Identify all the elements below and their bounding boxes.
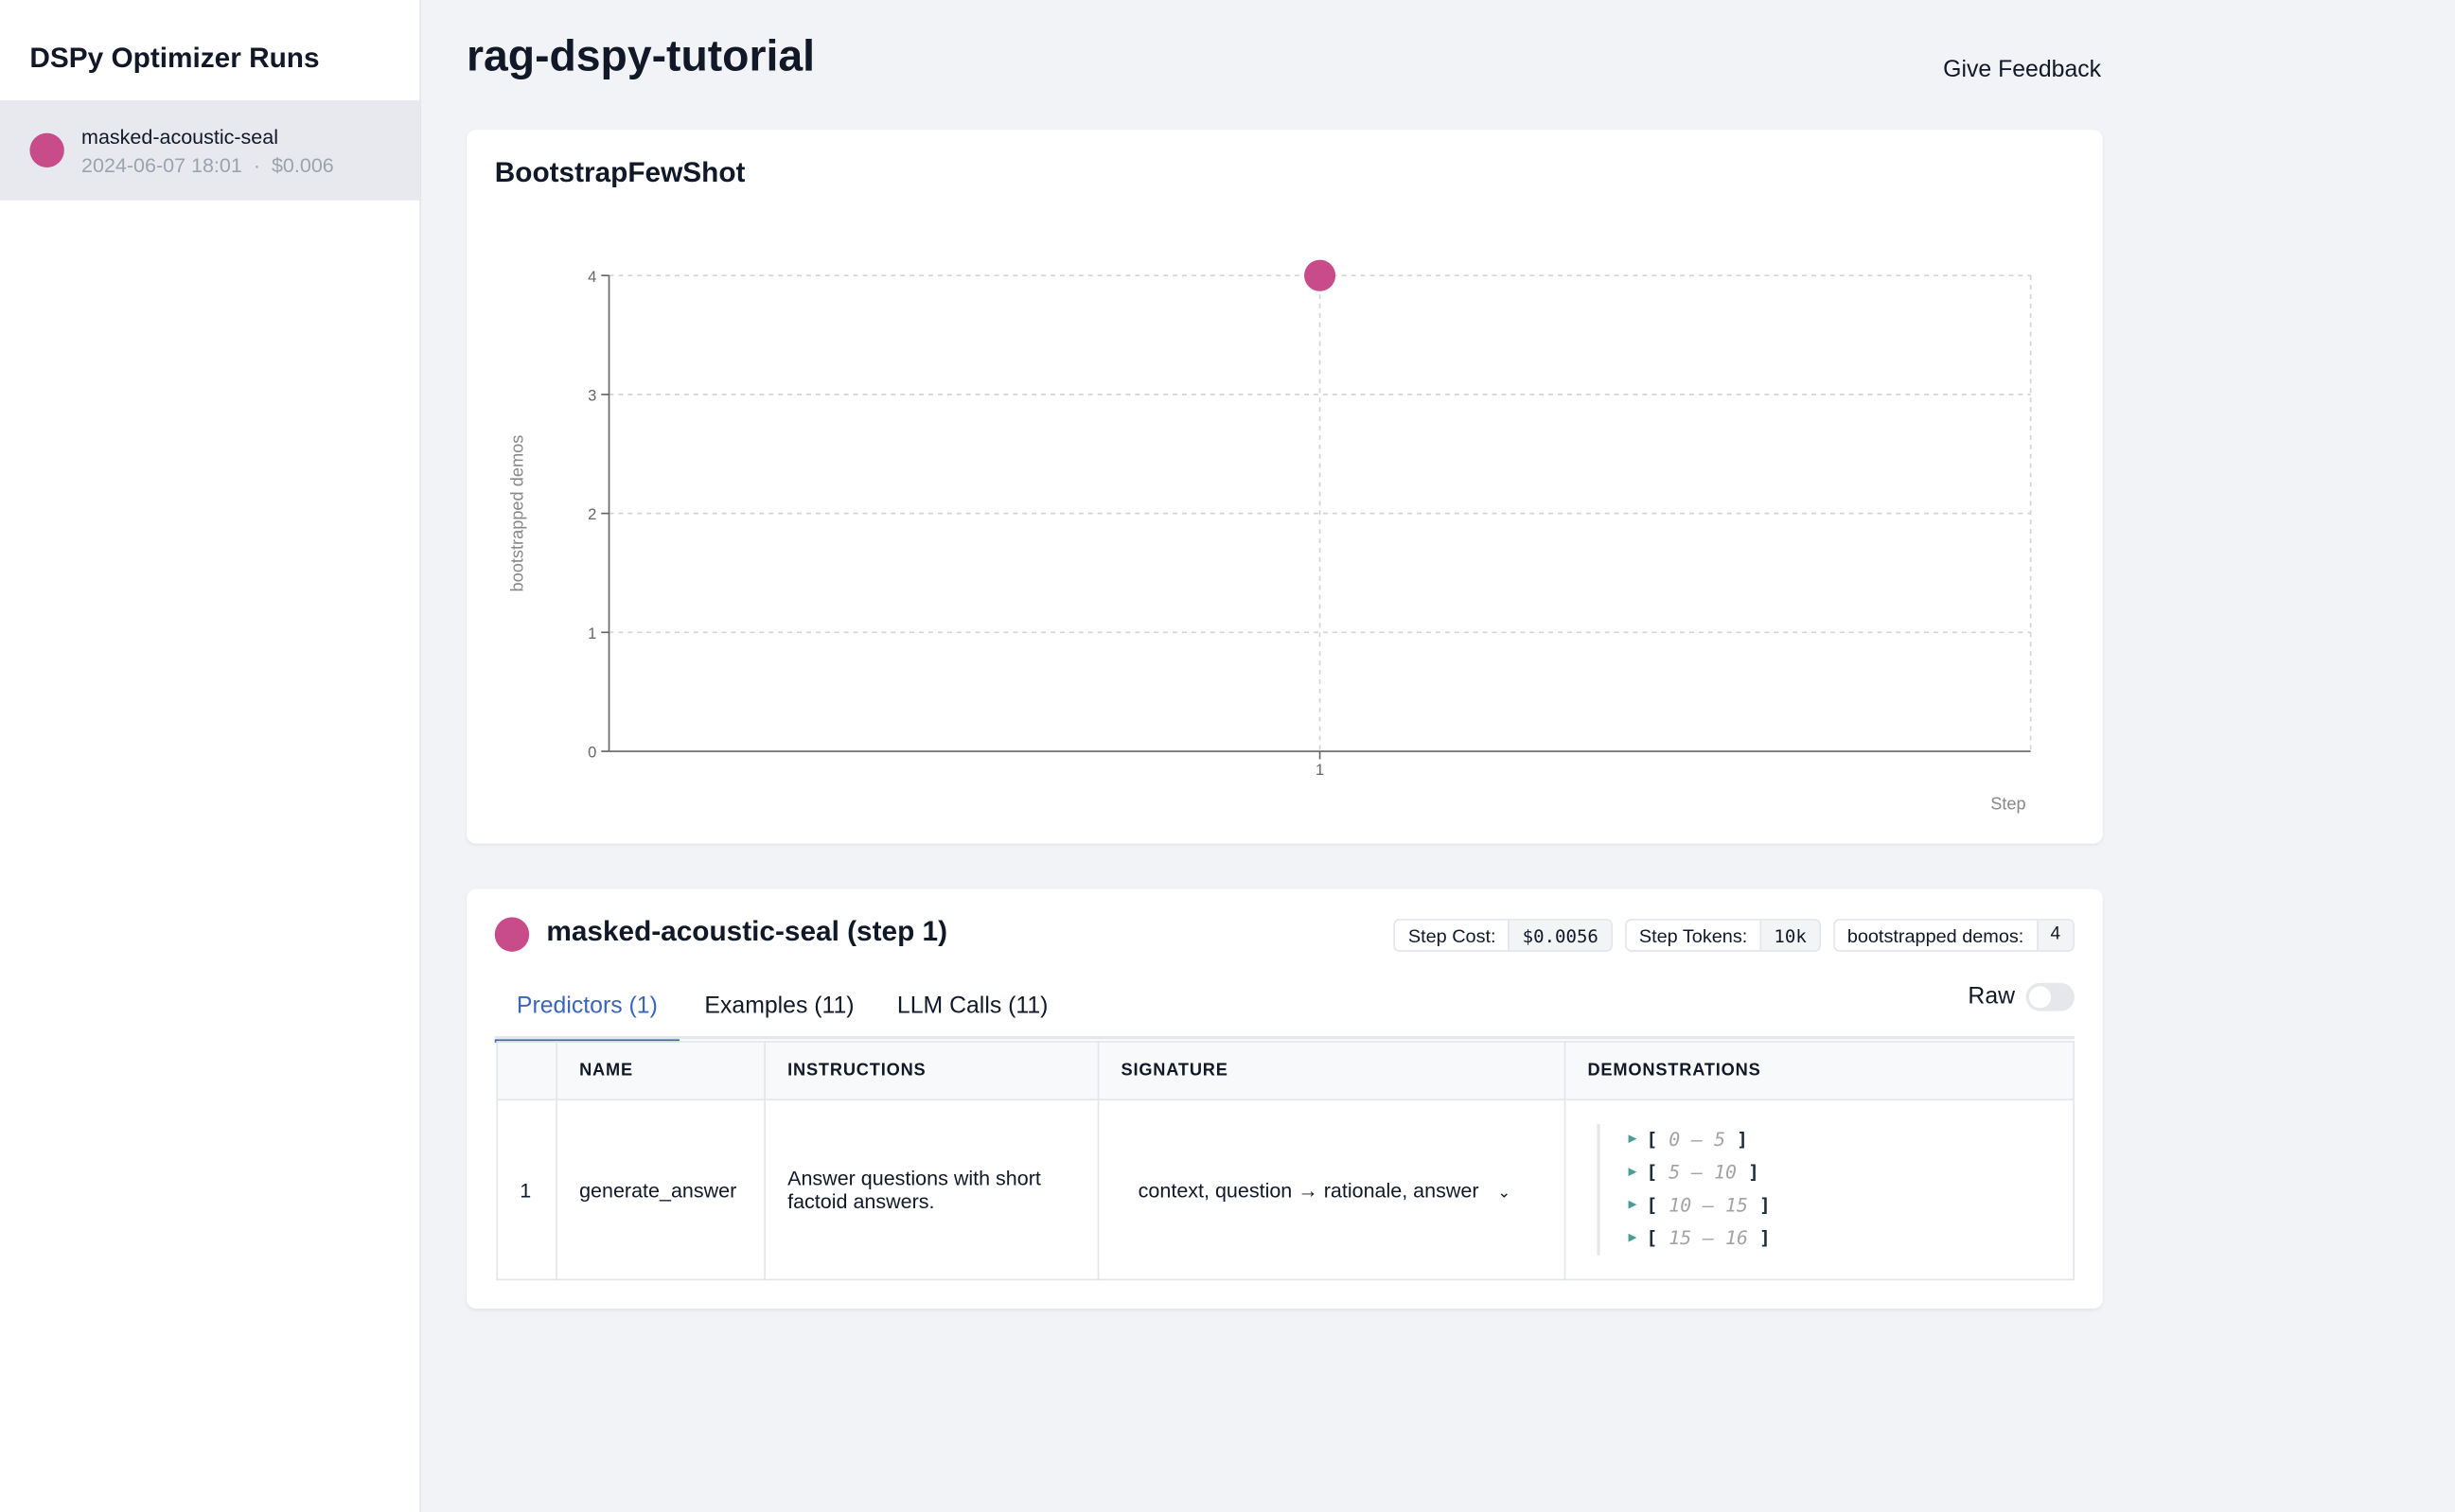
tab-examples[interactable]: Examples (11)	[704, 993, 854, 1040]
run-name: masked-acoustic-seal	[81, 125, 279, 149]
run-color-dot	[29, 132, 64, 168]
raw-label: Raw	[1968, 982, 2016, 1011]
toggle-knob	[2028, 986, 2052, 1009]
y-tick-label: 1	[588, 624, 596, 642]
step-tokens-badge: Step Tokens: 10k	[1624, 919, 1821, 952]
demo-range[interactable]: ▶[ 10 – 15 ]	[1628, 1189, 2073, 1222]
badge-value: $0.0056	[1508, 920, 1612, 951]
badge-label: Step Tokens:	[1626, 920, 1760, 951]
signature-cell[interactable]: context, question → rationale, answer ⌄	[1097, 1099, 1566, 1281]
col-index	[496, 1041, 557, 1100]
run-meta: 2024-06-07 18:01 · $0.006	[81, 153, 334, 177]
signature: context, question → rationale, answer	[1138, 1177, 1479, 1202]
table-header: NAME INSTRUCTIONS SIGNATURE DEMONSTRATIO…	[496, 1041, 2075, 1100]
give-feedback-link[interactable]: Give Feedback	[1943, 57, 2101, 83]
demo-range[interactable]: ▶[ 0 – 5 ]	[1628, 1124, 2073, 1157]
badge-value: 4	[2036, 920, 2074, 951]
raw-toggle[interactable]	[2025, 982, 2075, 1011]
tab-predictors[interactable]: Predictors (1)	[494, 993, 680, 1043]
col-demonstrations: DEMONSTRATIONS	[1563, 1041, 2075, 1100]
y-tick-label: 2	[588, 505, 596, 523]
demo-range-label: 10 – 15	[1669, 1194, 1748, 1217]
row-index: 1	[496, 1099, 557, 1281]
predictors-table: NAME INSTRUCTIONS SIGNATURE DEMONSTRATIO…	[496, 1041, 2075, 1281]
caret-right-icon: ▶	[1628, 1164, 1637, 1181]
col-signature: SIGNATURE	[1097, 1041, 1566, 1100]
y-tick-label: 3	[588, 387, 596, 405]
demo-range-label: 5 – 10	[1669, 1161, 1738, 1184]
demo-range[interactable]: ▶[ 5 – 10 ]	[1628, 1157, 2073, 1190]
caret-right-icon: ▶	[1628, 1132, 1637, 1148]
tab-llm-calls[interactable]: LLM Calls (11)	[897, 993, 1049, 1040]
sidebar: DSPy Optimizer Runs masked-acoustic-seal…	[0, 0, 422, 1512]
x-tick-label: 1	[1316, 761, 1324, 779]
run-color-dot	[494, 917, 530, 952]
demos-tree: ▶[ 0 – 5 ] ▶[ 5 – 10 ] ▶[ 10 – 15 ] ▶[ 1…	[1597, 1123, 2073, 1256]
scatter-chart: 0 1 2 3 4 1 Step bootstrapped demos	[508, 259, 2032, 813]
col-instructions: INSTRUCTIONS	[764, 1041, 1100, 1100]
demo-range-label: 0 – 5	[1669, 1128, 1726, 1151]
run-cost: $0.006	[271, 153, 334, 177]
run-item[interactable]: masked-acoustic-seal 2024-06-07 18:01 · …	[0, 99, 420, 201]
table-row: 1 generate_answer Answer questions with …	[496, 1099, 2075, 1281]
caret-right-icon: ▶	[1628, 1197, 1637, 1214]
sidebar-title: DSPy Optimizer Runs	[29, 42, 320, 74]
badges: Step Cost: $0.0056 Step Tokens: 10k bootst…	[1393, 919, 2075, 952]
badge-label: bootstrapped demos:	[1834, 920, 2037, 951]
y-axis-label: bootstrapped demos	[508, 435, 527, 592]
separator: ·	[253, 153, 261, 177]
demo-range[interactable]: ▶[ 15 – 16 ]	[1628, 1222, 2073, 1256]
demonstrations: ▶[ 0 – 5 ] ▶[ 5 – 10 ] ▶[ 10 – 15 ] ▶[ 1…	[1563, 1099, 2075, 1281]
badge-value: 10k	[1759, 920, 1820, 951]
y-tick-label: 0	[588, 744, 596, 762]
data-point	[1304, 259, 1336, 291]
step-card: masked-acoustic-seal (step 1) Step Cost:…	[466, 888, 2103, 1309]
step-title: masked-acoustic-seal (step 1)	[546, 915, 948, 947]
run-date: 2024-06-07 18:01	[81, 153, 242, 177]
tabs: Predictors (1) Examples (11) LLM Calls (…	[494, 983, 2075, 1043]
badge-label: Step Cost:	[1395, 920, 1509, 951]
instructions: Answer questions with short factoid answ…	[764, 1099, 1100, 1281]
chart-card: BootstrapFewShot 0 1 2 3 4 1 Step bootstrapped …	[466, 130, 2103, 844]
col-name: NAME	[556, 1041, 766, 1100]
bootstrapped-demos-badge: bootstrapped demos: 4	[1832, 919, 2075, 952]
chevron-down-icon: ⌄	[1497, 1184, 1511, 1202]
step-cost-badge: Step Cost: $0.0056	[1393, 919, 1613, 952]
demo-range-label: 15 – 16	[1669, 1226, 1748, 1250]
caret-right-icon: ▶	[1628, 1230, 1637, 1246]
x-axis-label: Step	[1990, 794, 2025, 813]
page-title: rag-dspy-tutorial	[466, 31, 816, 80]
y-tick-label: 4	[588, 268, 596, 286]
predictor-name: generate_answer	[556, 1099, 766, 1281]
